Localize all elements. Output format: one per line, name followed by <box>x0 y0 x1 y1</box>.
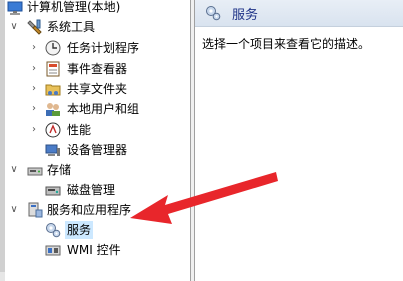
description-text: 选择一个项目来查看它的描述。 <box>202 37 371 51</box>
chevron-right-icon[interactable]: › <box>29 60 39 78</box>
shared-folder-icon <box>45 84 61 96</box>
results-title: 服务 <box>232 8 259 23</box>
tree-item-label: 存储 <box>47 163 72 177</box>
tree-item-label: 性能 <box>67 123 92 137</box>
tree-item-label: 服务和应用程序 <box>47 203 132 217</box>
device-manager-icon <box>45 144 60 156</box>
services-gear-icon <box>206 6 221 21</box>
tree-item-task-scheduler[interactable]: › 任务计划程序 <box>0 39 190 57</box>
chevron-down-icon[interactable]: ∨ <box>9 18 19 36</box>
tree-item-shared-folders[interactable]: › 共享文件夹 <box>0 80 190 98</box>
results-pane: 服务 选择一个项目来查看它的描述。 <box>195 0 403 281</box>
services-applications-icon <box>28 202 43 218</box>
tree-item-disk-management[interactable]: 磁盘管理 <box>0 181 190 199</box>
chevron-right-icon[interactable]: › <box>29 39 39 57</box>
users-icon <box>46 103 60 116</box>
storage-icon <box>27 167 43 176</box>
tree-item-label: WMI 控件 <box>67 243 121 257</box>
wmi-control-icon <box>45 245 61 256</box>
chevron-down-icon[interactable]: ∨ <box>9 161 19 179</box>
tree-item-storage[interactable]: ∨ 存储 <box>0 161 190 179</box>
tree-item-label: 服务 <box>65 221 94 239</box>
disk-management-icon <box>45 186 61 196</box>
tools-icon <box>27 19 42 35</box>
tree-item-event-viewer[interactable]: › 事件查看器 <box>0 60 190 78</box>
clock-icon <box>45 40 61 56</box>
computer-management-icon <box>7 1 23 15</box>
chevron-right-icon[interactable]: › <box>29 100 39 118</box>
tree-item-label: 本地用户和组 <box>67 102 140 116</box>
chevron-right-icon[interactable]: › <box>29 80 39 98</box>
chevron-down-icon[interactable]: ∨ <box>9 201 19 219</box>
tree-item-services[interactable]: 服务 <box>0 221 190 239</box>
tree-item-label: 事件查看器 <box>67 62 128 76</box>
results-header: 服务 <box>195 0 403 27</box>
tree-item-computer-management[interactable]: 计算机管理(本地) <box>0 0 190 18</box>
tree-item-label: 计算机管理(本地) <box>27 0 121 14</box>
tree-item-label: 系统工具 <box>47 20 96 34</box>
tree-item-local-users[interactable]: › 本地用户和组 <box>0 100 190 118</box>
tree-item-performance[interactable]: › 性能 <box>0 121 190 139</box>
tree-item-label: 设备管理器 <box>67 143 128 157</box>
tree-item-services-and-applications[interactable]: ∨ 服务和应用程序 <box>0 201 190 219</box>
chevron-right-icon[interactable]: › <box>29 121 39 139</box>
tree-item-wmi-control[interactable]: WMI 控件 <box>0 241 190 259</box>
tree-item-label: 磁盘管理 <box>67 183 116 197</box>
tree-item-device-manager[interactable]: 设备管理器 <box>0 141 190 159</box>
services-gear-icon <box>46 223 61 238</box>
performance-icon <box>45 122 61 138</box>
console-tree: 计算机管理(本地) ∨ 系统工具 › 任务计划程序 › 事件查看器 › 共享文件… <box>0 0 190 281</box>
tree-item-system-tools[interactable]: ∨ 系统工具 <box>0 18 190 36</box>
tree-item-label: 共享文件夹 <box>67 82 128 96</box>
event-viewer-icon <box>46 61 60 77</box>
tree-item-label: 任务计划程序 <box>67 41 140 55</box>
